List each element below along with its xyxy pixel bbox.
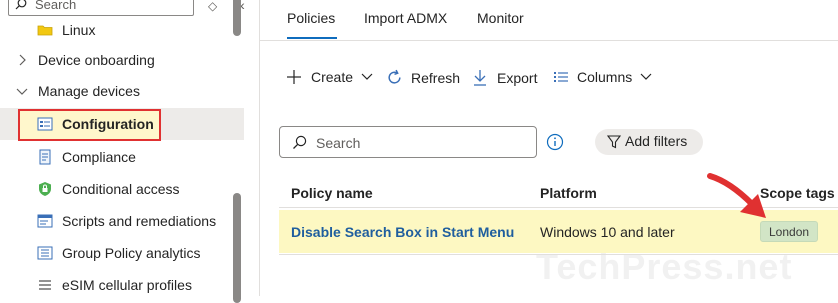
- columns-button[interactable]: Columns: [553, 69, 652, 85]
- sidebar-item-esim[interactable]: eSIM cellular profiles: [0, 269, 244, 301]
- info-icon[interactable]: [546, 133, 564, 151]
- sidebar-search-placeholder: Search: [35, 0, 77, 12]
- tab-monitor[interactable]: Monitor: [477, 10, 524, 26]
- sidebar-item-label: Configuration: [62, 116, 154, 132]
- sidebar-item-label: Scripts and remediations: [62, 213, 217, 229]
- sidebar-scrollbar-thumb[interactable]: [233, 193, 241, 303]
- scripts-icon: [37, 214, 53, 228]
- sidebar-scrollbar-thumb-top[interactable]: [233, 0, 241, 36]
- sidebar-item-label: Manage devices: [38, 83, 140, 99]
- sidebar-item-group-policy-analytics[interactable]: Group Policy analytics: [0, 237, 244, 269]
- sidebar-item-label: Compliance: [62, 149, 136, 165]
- folder-icon: [37, 25, 53, 36]
- sidebar-item-compliance[interactable]: Compliance: [0, 141, 244, 173]
- sidebar-item-manage-devices[interactable]: Manage devices: [0, 75, 244, 107]
- group-policy-icon: [37, 246, 53, 260]
- platform-cell: Windows 10 and later: [540, 224, 675, 240]
- refresh-button[interactable]: Refresh: [386, 69, 460, 86]
- tab-import-admx[interactable]: Import ADMX: [364, 10, 447, 26]
- columns-icon: [554, 72, 568, 82]
- refresh-icon: [388, 69, 401, 84]
- sidebar-nav: Search ◇ « Linux Device onboarding Manag…: [0, 0, 260, 303]
- refresh-label: Refresh: [411, 69, 461, 86]
- plus-icon: [287, 70, 301, 84]
- table-row-divider: [279, 254, 838, 255]
- tab-policies[interactable]: Policies: [287, 10, 335, 26]
- create-button[interactable]: Create: [286, 69, 373, 85]
- policy-search-input[interactable]: Search: [279, 126, 537, 158]
- columns-label: Columns: [577, 69, 633, 85]
- chevron-down-icon: [361, 73, 373, 80]
- add-filters-label: Add filters: [625, 133, 688, 149]
- configuration-icon: [37, 117, 53, 131]
- filter-icon: [607, 135, 621, 149]
- sidebar-item-scripts[interactable]: Scripts and remediations: [0, 205, 244, 237]
- sidebar-item-linux[interactable]: Linux: [0, 14, 244, 46]
- sidebar-item-device-onboarding[interactable]: Device onboarding: [0, 44, 244, 76]
- chevron-right-icon: [19, 54, 26, 66]
- add-filters-button[interactable]: Add filters: [595, 129, 703, 155]
- compliance-icon: [39, 149, 51, 165]
- export-label: Export: [497, 69, 538, 86]
- active-tab-indicator: [287, 37, 337, 39]
- chevron-down-icon: [640, 73, 652, 80]
- column-header-platform[interactable]: Platform: [540, 185, 597, 201]
- create-label: Create: [311, 69, 354, 85]
- sidebar-item-conditional-access[interactable]: Conditional access: [0, 173, 244, 205]
- sidebar-item-configuration-content[interactable]: Configuration: [0, 108, 244, 140]
- policy-name-link[interactable]: Disable Search Box in Start Menu: [291, 224, 514, 240]
- download-icon: [474, 70, 486, 86]
- sidebar-item-label: Conditional access: [62, 181, 180, 197]
- sidebar-item-label: Device onboarding: [38, 52, 155, 68]
- search-placeholder: Search: [316, 135, 361, 151]
- expand-collapse-icon[interactable]: ◇: [208, 0, 217, 13]
- chevron-down-icon: [16, 88, 28, 95]
- sidebar-item-label: eSIM cellular profiles: [62, 277, 192, 293]
- export-button[interactable]: Export: [473, 69, 537, 86]
- esim-icon: [39, 280, 51, 290]
- tab-divider: [260, 40, 838, 41]
- search-icon: [293, 135, 307, 149]
- column-header-policy-name[interactable]: Policy name: [291, 185, 373, 201]
- sidebar-item-label: Linux: [62, 22, 96, 38]
- search-icon: [15, 0, 27, 10]
- sidebar-item-label: Group Policy analytics: [62, 245, 201, 261]
- lock-shield-icon: [39, 182, 51, 196]
- annotation-arrow-icon: [707, 173, 766, 218]
